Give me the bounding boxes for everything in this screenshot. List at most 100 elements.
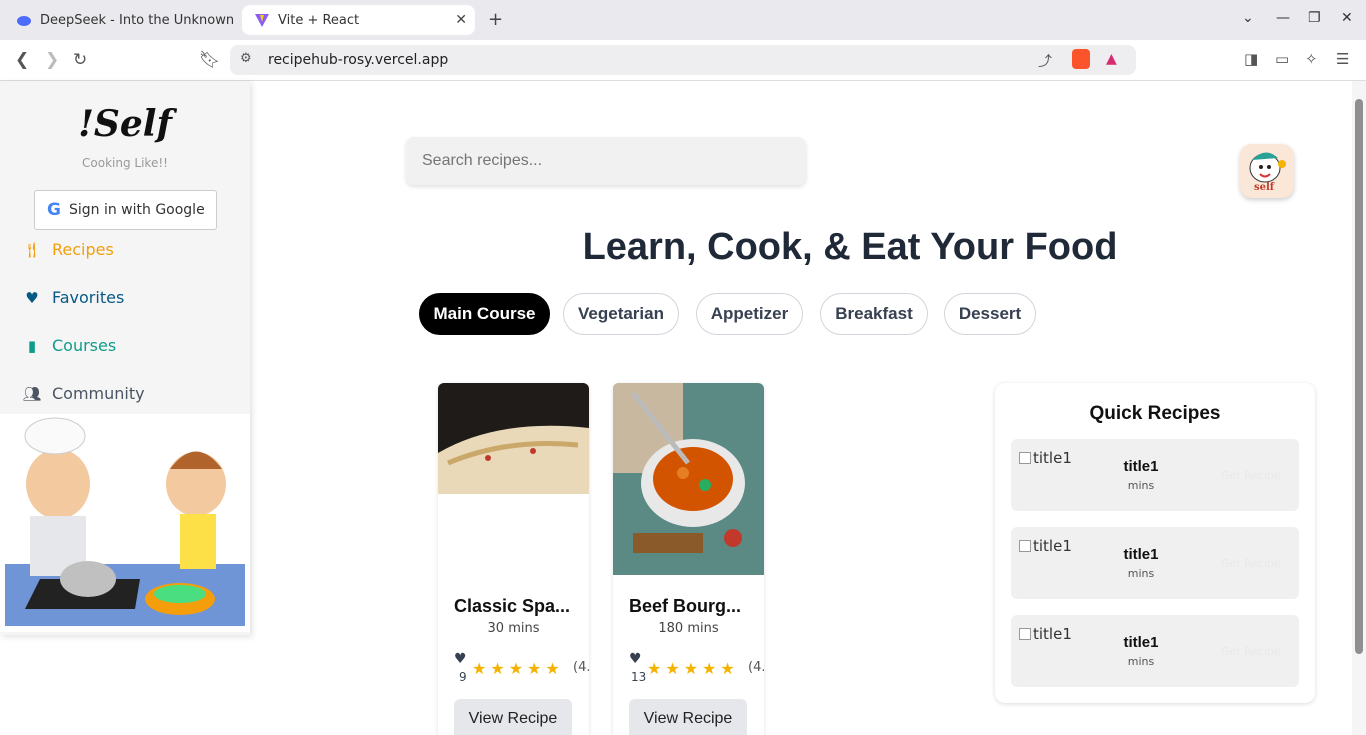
sidebar-item-label: Recipes xyxy=(52,240,114,259)
quick-recipes-title: Quick Recipes xyxy=(1089,403,1221,424)
sidebar-item-recipes[interactable]: 🍴︎ Recipes xyxy=(22,240,114,259)
recipe-image xyxy=(438,383,589,494)
broken-image-icon xyxy=(1019,452,1031,464)
google-icon: G xyxy=(47,200,61,220)
sidebar-toggle-icon[interactable]: ◨ xyxy=(1244,50,1258,68)
heart-icon: ♥ xyxy=(25,288,39,307)
minimize-icon[interactable]: — xyxy=(1276,10,1290,26)
page-title: Learn, Cook, & Eat Your Food xyxy=(582,226,1118,268)
get-recipe-button[interactable]: Get Recipe xyxy=(1221,645,1281,658)
category-dessert[interactable]: Dessert xyxy=(944,293,1036,335)
rating-value: (4. xyxy=(748,660,764,675)
broken-image: title1 xyxy=(1019,449,1072,467)
brave-rewards-icon[interactable]: ▲ xyxy=(1106,51,1117,67)
like-icon[interactable]: ♥ xyxy=(629,651,642,667)
app-logo: !Self xyxy=(78,103,172,145)
view-recipe-button[interactable]: View Recipe xyxy=(629,699,747,735)
google-signin-button[interactable]: G Sign in with Google xyxy=(34,190,217,230)
tab-title: Vite + React xyxy=(278,12,360,28)
scrollbar-thumb[interactable] xyxy=(1355,99,1363,654)
brave-shield-icon[interactable] xyxy=(1072,49,1090,69)
get-recipe-button[interactable]: Get Recipe xyxy=(1221,469,1281,482)
site-settings-icon[interactable]: ⚙ xyxy=(240,51,252,66)
image-alt-text: title1 xyxy=(1033,625,1072,643)
avatar[interactable]: self xyxy=(1240,144,1294,198)
recipe-image xyxy=(613,383,764,575)
get-recipe-button[interactable]: Get Recipe xyxy=(1221,557,1281,570)
tab-title: DeepSeek - Into the Unknown xyxy=(40,12,235,28)
search-input[interactable] xyxy=(406,137,806,185)
recipe-title: Beef Bourg... xyxy=(629,596,742,616)
close-tab-icon[interactable]: ✕ xyxy=(455,12,467,28)
quick-recipe-item: title1 title1 mins Get Recipe xyxy=(1011,439,1299,511)
recipe-time: 180 mins xyxy=(658,621,719,636)
book-icon: ▮ xyxy=(27,336,37,355)
url-text: recipehub-rosy.vercel.app xyxy=(268,52,449,68)
quick-recipe-time: mins xyxy=(1127,655,1155,668)
close-window-icon[interactable]: ✕ xyxy=(1341,10,1353,26)
tab-list-icon[interactable]: ⌄ xyxy=(1242,10,1254,26)
category-main-course[interactable]: Main Course xyxy=(419,293,550,335)
like-count: 13 xyxy=(631,670,647,684)
google-signin-label: Sign in with Google xyxy=(68,202,205,218)
like-count: 9 xyxy=(459,670,467,684)
image-alt-text: title1 xyxy=(1033,449,1072,467)
image-alt-text: title1 xyxy=(1033,537,1072,555)
sidebar: !Self Cooking Like!! G Sign in with Goog… xyxy=(0,81,250,635)
utensils-icon: 🍴︎ xyxy=(22,240,42,259)
category-vegetarian[interactable]: Vegetarian xyxy=(563,293,679,335)
sidebar-item-community[interactable]: 👥︎ Community xyxy=(22,384,145,403)
kids-cooking-illustration xyxy=(0,414,250,632)
category-breakfast[interactable]: Breakfast xyxy=(820,293,928,335)
main-content: self Learn, Cook, & Eat Your Food Main C… xyxy=(250,81,1352,735)
sidebar-item-courses[interactable]: ▮ Courses xyxy=(22,336,116,355)
quick-recipe-time: mins xyxy=(1127,479,1155,492)
quick-recipe-name: title1 xyxy=(1123,546,1159,563)
vite-icon xyxy=(255,14,269,27)
category-appetizer[interactable]: Appetizer xyxy=(696,293,803,335)
rating-value: (4. xyxy=(573,660,589,675)
back-icon[interactable]: ❮ xyxy=(15,50,29,70)
address-bar[interactable]: ⚙ recipehub-rosy.vercel.app ⤴ ▲ xyxy=(230,45,1136,75)
browser-chrome: DeepSeek - Into the Unknown Vite + React… xyxy=(0,0,1366,81)
sidebar-item-label: Courses xyxy=(52,336,117,355)
recipe-time: 30 mins xyxy=(487,621,540,636)
sidebar-item-favorites[interactable]: ♥ Favorites xyxy=(22,288,124,307)
rating-stars: ★★★★★ xyxy=(647,659,739,678)
users-icon: 👥︎ xyxy=(22,384,42,403)
menu-icon[interactable]: ☰ xyxy=(1336,50,1349,68)
bookmark-icon[interactable]: 🔖︎ xyxy=(199,50,221,70)
quick-recipe-item: title1 title1 mins Get Recipe xyxy=(1011,615,1299,687)
quick-recipe-item: title1 title1 mins Get Recipe xyxy=(1011,527,1299,599)
page-scrollbar[interactable] xyxy=(1352,81,1366,735)
sidebar-item-label: Community xyxy=(52,384,145,403)
navigation-bar: ❮ ❯ ↻ 🔖︎ ⚙ recipehub-rosy.vercel.app ⤴ ▲… xyxy=(0,40,1366,81)
reload-icon[interactable]: ↻ xyxy=(73,50,87,70)
broken-image-icon xyxy=(1019,628,1031,640)
share-icon[interactable]: ⤴ xyxy=(1038,51,1052,71)
new-tab-icon[interactable]: + xyxy=(488,9,503,30)
leo-ai-icon[interactable]: ✧ xyxy=(1305,50,1318,68)
svg-text:self: self xyxy=(1254,182,1275,193)
like-icon[interactable]: ♥ xyxy=(454,651,467,667)
maximize-icon[interactable]: ❐ xyxy=(1308,10,1321,26)
broken-image: title1 xyxy=(1019,625,1072,643)
sidebar-item-label: Favorites xyxy=(52,288,125,307)
deepseek-whale-icon xyxy=(17,16,31,26)
app-tagline: Cooking Like!! xyxy=(82,156,168,170)
quick-recipe-name: title1 xyxy=(1123,458,1159,475)
broken-image: title1 xyxy=(1019,537,1072,555)
forward-icon[interactable]: ❯ xyxy=(45,50,59,70)
recipe-title: Classic Spa... xyxy=(454,596,571,616)
tab-deepseek[interactable]: DeepSeek - Into the Unknown xyxy=(8,6,236,34)
recipe-card: Classic Spa... 30 mins ♥ 9 ★★★★★ (4. Vie… xyxy=(438,383,589,735)
self-mascot-icon: self xyxy=(1249,152,1286,193)
quick-recipe-name: title1 xyxy=(1123,634,1159,651)
rating-stars: ★★★★★ xyxy=(472,659,564,678)
view-recipe-button[interactable]: View Recipe xyxy=(454,699,572,735)
broken-image-icon xyxy=(1019,540,1031,552)
recipe-card: Beef Bourg... 180 mins ♥ 13 ★★★★★ (4. Vi… xyxy=(613,383,764,735)
wallet-icon[interactable]: ▭ xyxy=(1275,50,1289,68)
tab-vite-react[interactable]: Vite + React ✕ xyxy=(242,5,475,35)
quick-recipes-panel: Quick Recipes title1 title1 mins Get Rec… xyxy=(995,383,1315,703)
